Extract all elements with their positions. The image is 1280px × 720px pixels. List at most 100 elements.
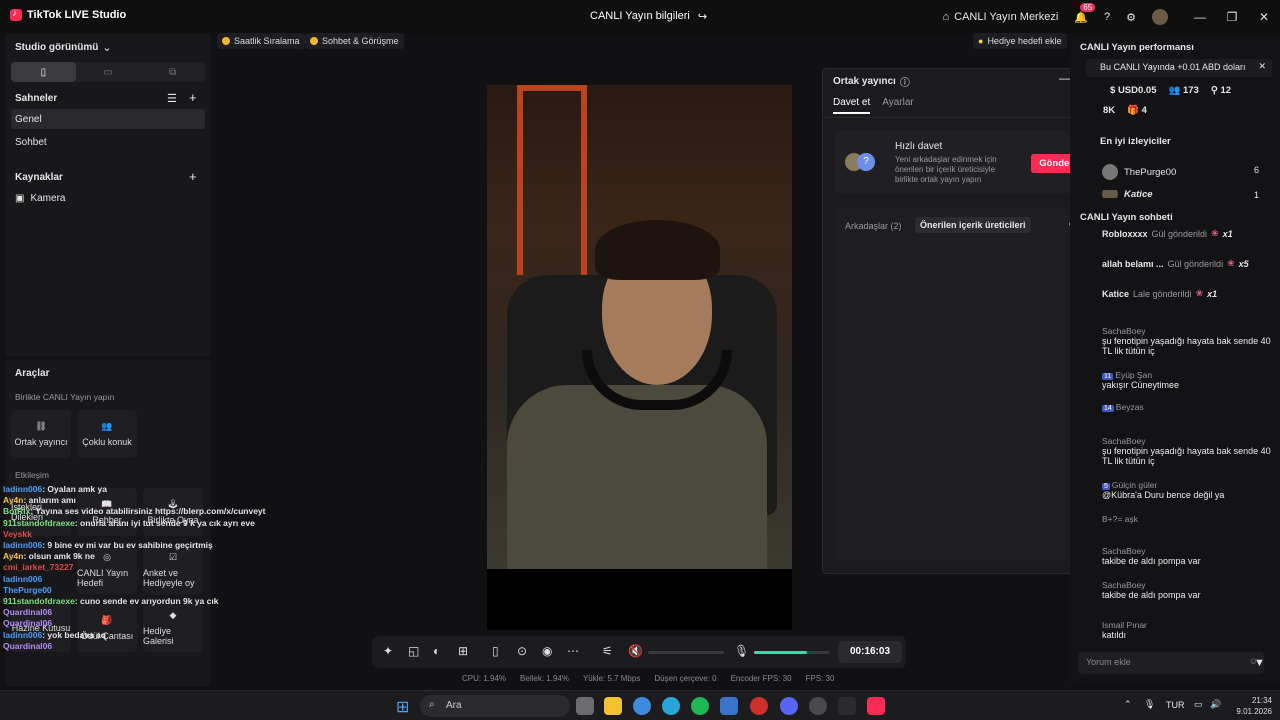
camera-icon: ▣ <box>15 192 25 204</box>
terminal-icon[interactable] <box>838 697 856 715</box>
tab-suggested[interactable]: Önerilen içerik üreticileri <box>915 217 1031 233</box>
beauty-icon[interactable]: ◐ <box>433 644 440 658</box>
chat-talk-chip[interactable]: Sohbet & Görüşme <box>305 33 404 49</box>
hourly-rank-label: Saatlik Sıralama <box>234 36 300 46</box>
edge-icon[interactable] <box>662 697 680 715</box>
notification-button[interactable]: 🔔 65 <box>1074 2 1096 24</box>
left-panel: Studio görünümü ⌄ ▯ ▭ ⧉ Sahneler ☰ + Gen… <box>5 34 211 356</box>
top-viewer-item[interactable]: Katice <box>1102 190 1153 198</box>
volume-icon[interactable]: 🔊 <box>1210 699 1221 710</box>
tiktok-studio-taskbar-icon[interactable] <box>867 697 885 715</box>
video-preview[interactable] <box>487 85 792 630</box>
chat-message: SachaBoey takibe de aldı pompa var <box>1102 580 1272 600</box>
add-scene-button[interactable]: + <box>189 90 197 105</box>
settings-button[interactable]: ⚙ <box>1126 11 1136 24</box>
record-icon[interactable]: ⊙ <box>517 644 527 658</box>
chevron-up-icon[interactable]: ⌃ <box>1124 699 1132 710</box>
overlay-chat-text: : onurla aranı iyi tut sende 9 k ya cık … <box>74 517 255 528</box>
rose-icon: ❀ <box>1211 228 1219 238</box>
tab-invite[interactable]: Davet et <box>833 97 871 114</box>
taskbar-search[interactable]: ⌕ Ara <box>420 695 570 717</box>
overlay-chat-line: Ay4n: anlarım amı <box>3 495 293 506</box>
portrait-view-button[interactable]: ▯ <box>11 62 76 82</box>
discord-icon[interactable] <box>780 697 798 715</box>
top-viewers-title: En iyi izleyiciler <box>1100 136 1171 147</box>
together-title: Birlikte CANLI Yayın yapın <box>15 392 115 402</box>
overlay-chat-line: 911standofdraexe: cuno sende ev arıyordu… <box>3 596 293 607</box>
tab-friends[interactable]: Arkadaşlar (2) <box>845 221 902 231</box>
windows-start-icon[interactable]: ⊞ <box>396 697 414 716</box>
chat-text: takibe de aldı pompa var <box>1102 590 1201 600</box>
streamer-body <box>507 385 767 569</box>
speaker-muted-icon[interactable]: 🔇 <box>628 644 643 658</box>
spotify-icon[interactable] <box>691 697 709 715</box>
magic-icon[interactable]: ✦ <box>383 644 393 658</box>
add-source-button[interactable]: + <box>189 169 197 184</box>
notification-badge: 65 <box>1080 2 1096 12</box>
profile-avatar[interactable] <box>1152 9 1168 25</box>
camera-feed <box>487 85 792 569</box>
chrome-icon[interactable] <box>633 697 651 715</box>
speaker-volume-slider[interactable] <box>648 651 724 654</box>
overlay-chat-line: ladinn006: 9 bine ev mi var bu ev sahibi… <box>3 540 293 551</box>
help-button[interactable]: ? <box>1104 11 1110 23</box>
overlay-chat-user: cmi_iarket_73227 <box>3 562 74 573</box>
gift-text: Lale gönderildi <box>1133 288 1192 299</box>
gift-count: x1 <box>1222 228 1233 239</box>
live-info-button[interactable]: CANLI Yayın bilgileri ↪ <box>590 10 707 23</box>
comment-placeholder: Yorum ekle <box>1086 657 1131 667</box>
source-label: Kamera <box>30 192 66 204</box>
comment-input[interactable]: Yorum ekle ☺ <box>1078 652 1264 674</box>
cohost-tool-tile[interactable]: ⛓ Ortak yayıncı <box>11 410 71 458</box>
layout-icon[interactable]: ⊞ <box>458 644 468 658</box>
overlay-chat-line: BotRix: Yayına ses video atabilirsiniz h… <box>3 506 293 517</box>
microphone-tray-icon[interactable]: 🎙 <box>1144 699 1155 710</box>
multi-guest-tool-tile[interactable]: 👥 Çoklu konuk <box>77 410 137 458</box>
source-item-camera[interactable]: ▣ Kamera <box>11 188 205 208</box>
search-label: Ara <box>446 700 462 711</box>
top-viewer-item[interactable]: ThePurge00 <box>1102 164 1176 180</box>
cpu-stat: CPU: 1.94% <box>462 674 507 683</box>
opera-icon[interactable] <box>750 697 768 715</box>
app-icon[interactable] <box>809 697 827 715</box>
hourly-rank-chip[interactable]: Saatlik Sıralama <box>217 33 305 49</box>
filter-icon[interactable]: ▼ <box>1254 657 1265 669</box>
overlay-chat-user: Veyskk <box>3 528 32 539</box>
scene-item-sohbet[interactable]: Sohbet <box>11 132 205 152</box>
list-icon[interactable]: ☰ <box>167 92 177 105</box>
gift-text: Gül gönderildi <box>1151 228 1208 239</box>
view-toggle: ▯ ▭ ⧉ <box>11 62 205 82</box>
live-center-label: CANLI Yayın Merkezi <box>954 11 1059 23</box>
chat-message: Ismail Pınar katıldı <box>1102 620 1272 640</box>
close-button[interactable]: ✕ <box>1248 10 1280 24</box>
tab-settings[interactable]: Ayarlar <box>882 97 914 114</box>
landscape-view-button[interactable]: ▭ <box>76 62 141 82</box>
studio-view-dropdown[interactable]: Studio görünümü ⌄ <box>15 41 112 54</box>
avatar <box>1152 9 1168 25</box>
monitor-icon[interactable]: ▭ <box>1194 699 1203 710</box>
capture-icon[interactable]: ◉ <box>542 644 552 658</box>
file-explorer-icon[interactable] <box>604 697 622 715</box>
microphone-icon[interactable]: 🎙 <box>734 644 749 658</box>
maximize-button[interactable]: ❐ <box>1216 10 1248 24</box>
gift-goal-chip[interactable]: ● Hediye hedefi ekle <box>973 33 1067 49</box>
minimize-button[interactable]: — <box>1184 10 1216 24</box>
split-view-button[interactable]: ⧉ <box>140 62 205 82</box>
phone-icon[interactable]: ▯ <box>492 644 499 658</box>
task-view-icon[interactable] <box>576 697 594 715</box>
live-center-button[interactable]: ⌂ CANLI Yayın Merkezi <box>943 11 1059 23</box>
scene-item-genel[interactable]: Genel <box>11 109 205 129</box>
mixer-icon[interactable]: ⚟ <box>602 644 613 658</box>
more-icon[interactable]: ⋯ <box>567 644 579 658</box>
cohost-tabs: Davet et Ayarlar <box>833 97 914 114</box>
rose-icon: ❀ <box>1227 258 1235 268</box>
steam-icon[interactable] <box>720 697 738 715</box>
effects-icon[interactable]: ◱ <box>408 644 419 658</box>
close-banner-button[interactable]: ✕ <box>1258 61 1266 72</box>
language-indicator[interactable]: TUR <box>1166 700 1185 710</box>
chat-author: 5 Gülçin güler <box>1102 480 1158 490</box>
upload-stat: Yükle: 5.7 Mbps <box>582 674 641 683</box>
background-door <box>517 85 587 275</box>
info-icon[interactable]: ⓘ <box>900 74 910 89</box>
clock[interactable]: 21:34 9.01.2026 <box>1236 695 1272 717</box>
